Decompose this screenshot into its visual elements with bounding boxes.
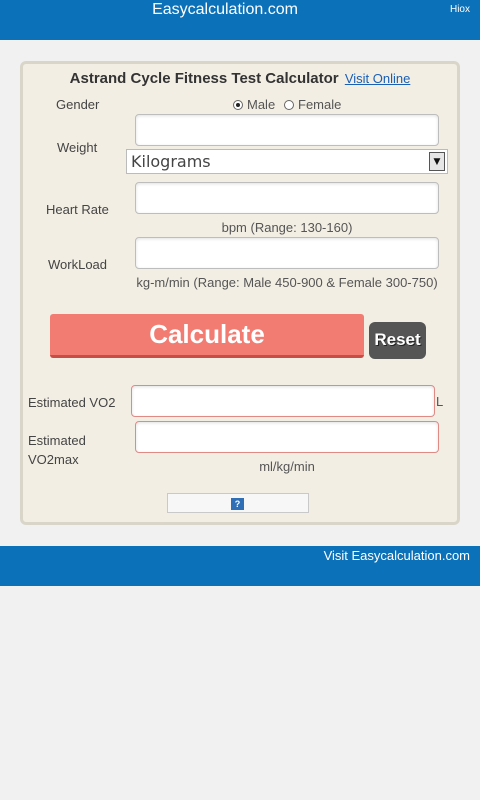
gender-female-radio[interactable]: Female xyxy=(284,97,341,112)
workload-input[interactable] xyxy=(135,237,439,269)
weight-unit-value: Kilograms xyxy=(131,152,211,171)
vo2-output[interactable] xyxy=(131,385,435,417)
calculator-panel: Astrand Cycle Fitness Test Calculator Vi… xyxy=(20,61,460,525)
site-title-link[interactable]: Easycalculation.com xyxy=(0,1,450,19)
gender-label: Gender xyxy=(56,97,100,112)
weight-label: Weight xyxy=(57,140,98,155)
radio-checked-icon xyxy=(233,100,243,110)
dropdown-arrow-icon[interactable]: ▼ xyxy=(429,152,445,171)
workload-hint: kg-m/min (Range: Male 450-900 & Female 3… xyxy=(136,275,438,290)
workload-label: WorkLoad xyxy=(48,257,108,272)
calculator-title: Astrand Cycle Fitness Test Calculator Vi… xyxy=(23,70,457,87)
radio-unchecked-icon xyxy=(284,100,294,110)
gender-male-label: Male xyxy=(247,97,276,112)
hiox-link[interactable]: Hiox xyxy=(450,4,470,15)
help-icon[interactable]: ? xyxy=(231,498,244,510)
calculate-button[interactable]: Calculate xyxy=(50,314,364,358)
reset-button[interactable]: Reset xyxy=(369,322,426,359)
top-bar: Easycalculation.com Hiox xyxy=(0,0,480,40)
heart-rate-hint: bpm (Range: 130-160) xyxy=(221,220,353,235)
vo2-label: Estimated VO2 xyxy=(28,395,116,410)
heart-rate-input[interactable] xyxy=(135,182,439,214)
vo2max-output[interactable] xyxy=(135,421,439,453)
visit-easycalculation-link[interactable]: Visit Easycalculation.com xyxy=(324,548,470,563)
vo2max-unit: ml/kg/min xyxy=(259,459,315,474)
weight-input[interactable] xyxy=(135,114,439,146)
vo2max-label: Estimated VO2max xyxy=(28,433,86,467)
bottom-bar: Visit Easycalculation.com xyxy=(0,546,480,586)
gender-female-label: Female xyxy=(298,97,342,112)
heart-rate-label: Heart Rate xyxy=(46,202,109,217)
weight-unit-select[interactable]: Kilograms ▼ xyxy=(126,149,448,174)
calculator-title-text: Astrand Cycle Fitness Test Calculator xyxy=(69,70,339,87)
gender-male-radio[interactable]: Male xyxy=(233,97,275,112)
vo2-unit: L xyxy=(436,394,444,409)
visit-online-link[interactable]: Visit Online xyxy=(345,71,411,86)
share-widget: ? xyxy=(167,493,309,513)
